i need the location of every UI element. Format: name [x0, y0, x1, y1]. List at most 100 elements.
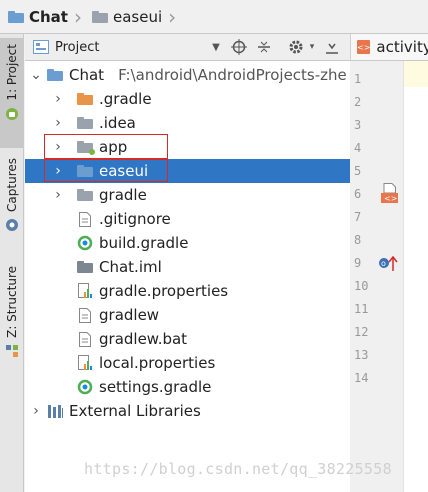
- folder-icon: [91, 10, 108, 23]
- line-number: 9: [354, 256, 362, 270]
- breadcrumb: Chat › easeui ›: [0, 0, 428, 34]
- watermark-text: https://blog.csdn.net/qq_38225558: [84, 460, 392, 478]
- tree-item-label: gradlew.bat: [99, 330, 188, 348]
- chevron-right-icon[interactable]: ›: [53, 183, 63, 207]
- line-number: 2: [354, 95, 362, 109]
- tree-item-label: .gradle: [99, 90, 152, 108]
- line-number: 6: [354, 187, 362, 201]
- tree-item-gradlew-bat[interactable]: gradlew.bat: [25, 327, 402, 351]
- properties-file-icon: [77, 355, 93, 371]
- project-view-icon: [33, 40, 49, 54]
- annotation-box-easeui: [44, 159, 168, 182]
- tool-tab-label: Z: Structure: [4, 266, 19, 338]
- current-line-highlight: [404, 61, 428, 87]
- project-panel-header: Project ▼ ▾: [25, 34, 350, 61]
- tree-item-external-libraries[interactable]: › External Libraries: [25, 399, 356, 423]
- code-editor[interactable]: [404, 61, 428, 492]
- tree-item-build-gradle[interactable]: build.gradle: [25, 231, 402, 255]
- tree-item-idea[interactable]: › .idea: [25, 111, 378, 135]
- collapse-icon[interactable]: [255, 38, 273, 56]
- gradle-file-icon: [77, 379, 93, 395]
- tree-root-chat[interactable]: ⌄ Chat F:\android\AndroidProjects-zhe: [25, 63, 356, 87]
- structure-icon: [5, 344, 18, 357]
- tool-tab-label: 1: Project: [4, 44, 19, 101]
- tree-item-label: Chat: [69, 66, 105, 84]
- folder-icon: [77, 187, 93, 203]
- locate-icon[interactable]: [230, 38, 248, 56]
- tree-item-gitignore[interactable]: .gitignore: [25, 207, 402, 231]
- chevron-right-icon: ›: [168, 4, 177, 29]
- layout-preview-icon[interactable]: <>: [378, 183, 398, 209]
- tree-item-gradle-dir[interactable]: › .gradle: [25, 87, 378, 111]
- line-number: 11: [354, 302, 369, 316]
- folder-icon: [47, 67, 63, 83]
- tree-item-local-properties[interactable]: local.properties: [25, 351, 402, 375]
- hide-icon[interactable]: [323, 38, 341, 56]
- tool-window-strip: 1: Project Captures Z: Structure: [0, 34, 24, 492]
- android-icon: [5, 107, 18, 120]
- editor-tab-label: activity: [376, 38, 428, 56]
- tree-item-chat-iml[interactable]: Chat.iml: [25, 255, 402, 279]
- tree-item-label: local.properties: [99, 354, 216, 372]
- line-number: 4: [354, 141, 362, 155]
- line-number: 1: [354, 72, 362, 86]
- line-number: 8: [354, 233, 362, 247]
- tree-item-label: gradlew: [99, 306, 160, 324]
- iml-file-icon: [77, 259, 93, 275]
- chevron-right-icon[interactable]: ›: [31, 399, 41, 423]
- tree-item-label: settings.gradle: [99, 378, 212, 396]
- tree-item-label: build.gradle: [99, 234, 189, 252]
- tool-tab-project[interactable]: 1: Project: [0, 38, 23, 148]
- gear-dropdown-arrow-icon[interactable]: ▾: [303, 38, 321, 56]
- line-number: 3: [354, 118, 362, 132]
- line-number: 7: [354, 210, 362, 224]
- tree-item-gradlew[interactable]: gradlew: [25, 303, 402, 327]
- view-dropdown-arrow-icon[interactable]: ▼: [207, 38, 225, 56]
- tree-item-settings-gradle[interactable]: settings.gradle: [25, 375, 402, 399]
- tree-item-gradle-folder[interactable]: › gradle: [25, 183, 378, 207]
- editor-tab-activity[interactable]: <> activity: [350, 34, 428, 60]
- tree-item-label: External Libraries: [69, 402, 201, 420]
- line-number: 14: [354, 371, 369, 385]
- tree-item-label: Chat.iml: [99, 258, 162, 276]
- tree-item-label: .idea: [99, 114, 136, 132]
- properties-file-icon: [77, 283, 93, 299]
- text-file-icon: [77, 331, 93, 347]
- chevron-right-icon[interactable]: ›: [53, 111, 63, 135]
- tree-item-label: .gitignore: [99, 210, 171, 228]
- tree-item-label: gradle: [99, 186, 147, 204]
- folder-icon: [77, 115, 93, 131]
- tree-root-path: F:\android\AndroidProjects-zhe: [118, 66, 347, 84]
- breadcrumb-label: easeui: [112, 7, 163, 26]
- svg-text:o: o: [381, 259, 386, 268]
- breadcrumb-item-easeui[interactable]: easeui: [84, 0, 162, 33]
- line-number: 5: [354, 164, 362, 178]
- chevron-down-icon[interactable]: ⌄: [30, 63, 42, 87]
- editor-tab-bar: <> activity: [350, 34, 428, 61]
- editor-gutter: 1 2 3 4 5 6 7 8 9 10 11 12 13 14 <> o: [350, 61, 404, 492]
- library-icon: [47, 403, 63, 419]
- tree-item-gradle-properties[interactable]: gradle.properties: [25, 279, 402, 303]
- capture-icon: [5, 218, 18, 231]
- line-number: 12: [354, 325, 369, 339]
- breadcrumb-label: Chat: [29, 7, 68, 26]
- line-number: 10: [354, 279, 369, 293]
- tool-tab-captures[interactable]: Captures: [0, 158, 23, 238]
- xml-icon: <>: [357, 40, 371, 54]
- gradle-file-icon: [77, 235, 93, 251]
- text-file-icon: [77, 211, 93, 227]
- override-marker-icon[interactable]: o: [378, 254, 400, 276]
- breadcrumb-item-chat[interactable]: Chat: [0, 0, 68, 33]
- text-file-icon: [77, 307, 93, 323]
- panel-title: Project: [55, 39, 100, 55]
- tool-tab-structure[interactable]: Z: Structure: [0, 266, 23, 366]
- line-number: 13: [354, 348, 369, 362]
- folder-icon: [77, 91, 93, 107]
- svg-text:<>: <>: [384, 194, 397, 203]
- chevron-right-icon[interactable]: ›: [53, 87, 63, 111]
- tree-item-label: gradle.properties: [99, 282, 229, 300]
- annotation-box-app: [44, 134, 168, 159]
- tool-tab-label: Captures: [4, 158, 19, 212]
- chevron-right-icon: ›: [73, 4, 82, 29]
- folder-icon: [8, 10, 24, 23]
